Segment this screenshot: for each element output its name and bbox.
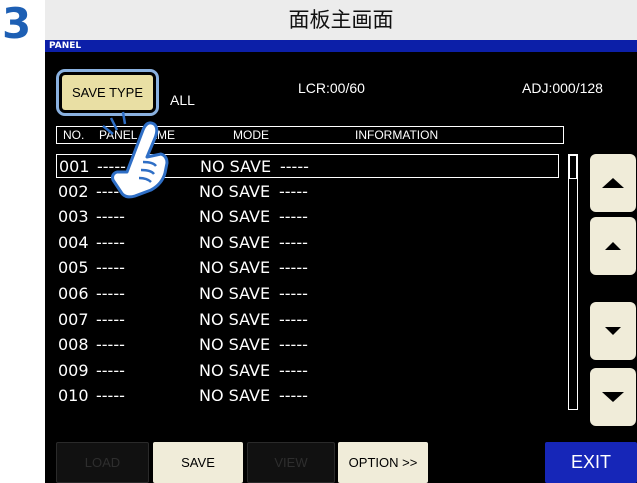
row-panel-name: ----- (96, 335, 125, 355)
scrollbar-thumb[interactable] (569, 155, 577, 179)
row-status: NO SAVE (200, 157, 272, 176)
column-information: INFORMATION (355, 128, 439, 142)
page-down-icon (602, 392, 624, 402)
window-title: PANEL (49, 41, 82, 51)
row-number: 006 (58, 284, 89, 303)
line-down-button[interactable] (590, 302, 636, 360)
list-item[interactable]: 006 ----- NO SAVE ----- (56, 282, 559, 306)
save-button[interactable]: SAVE (153, 442, 243, 483)
row-info: ----- (279, 232, 308, 252)
list-item[interactable]: 005 ----- NO SAVE ----- (56, 256, 559, 280)
row-number: 009 (58, 360, 89, 380)
option-button[interactable]: OPTION >> (338, 442, 428, 483)
row-info: ----- (280, 157, 309, 176)
row-panel-name: ----- (96, 258, 125, 278)
row-number: 007 (58, 309, 89, 329)
exit-button[interactable]: EXIT (545, 442, 637, 483)
save-type-value: ALL (170, 92, 195, 108)
row-panel-name: ----- (96, 309, 125, 329)
line-down-icon (605, 327, 621, 335)
save-type-button[interactable]: SAVE TYPE (56, 69, 159, 116)
row-info: ----- (279, 309, 308, 329)
row-status: NO SAVE (199, 284, 271, 303)
list-item[interactable]: 007 ----- NO SAVE ----- (56, 308, 559, 332)
line-up-button[interactable] (590, 217, 636, 275)
line-up-icon (605, 242, 621, 250)
row-number: 003 (58, 207, 89, 227)
list-item[interactable]: 008 ----- NO SAVE ----- (56, 333, 559, 357)
row-status: NO SAVE (199, 207, 271, 227)
row-number: 005 (58, 258, 89, 278)
row-status: NO SAVE (199, 258, 271, 278)
row-status: NO SAVE (199, 181, 271, 201)
page-caption: 面板主画面 (45, 0, 637, 40)
row-number: 004 (58, 232, 89, 252)
column-mode: MODE (233, 128, 269, 142)
page-down-button[interactable] (590, 368, 636, 426)
row-status: NO SAVE (199, 360, 271, 380)
step-number: 3 (2, 0, 32, 48)
row-info: ----- (279, 386, 308, 406)
list-scrollbar[interactable] (568, 154, 578, 410)
row-info: ----- (279, 335, 308, 355)
row-panel-name: ----- (96, 386, 125, 406)
row-status: NO SAVE (199, 335, 271, 355)
row-status: NO SAVE (199, 309, 271, 329)
list-item[interactable]: 004 ----- NO SAVE ----- (56, 231, 559, 255)
page-up-icon (602, 178, 624, 188)
column-no: NO. (63, 128, 85, 142)
title-bar: PANEL (45, 40, 637, 52)
row-number: 008 (58, 335, 89, 355)
save-type-label: SAVE TYPE (62, 75, 153, 110)
row-panel-name: ----- (96, 207, 125, 227)
list-item[interactable]: 003 ----- NO SAVE ----- (56, 205, 559, 229)
row-status: NO SAVE (199, 386, 271, 406)
row-info: ----- (279, 207, 308, 227)
row-number: 010 (58, 386, 89, 406)
row-panel-name: ----- (96, 284, 125, 303)
row-status: NO SAVE (199, 232, 271, 252)
load-button[interactable]: LOAD (56, 442, 149, 483)
row-panel-name: ----- (96, 360, 125, 380)
row-info: ----- (279, 360, 308, 380)
list-item[interactable]: 009 ----- NO SAVE ----- (56, 359, 559, 383)
row-info: ----- (279, 258, 308, 278)
row-info: ----- (279, 284, 308, 303)
page-up-button[interactable] (590, 154, 636, 212)
view-button[interactable]: VIEW (247, 442, 335, 483)
lcr-count: LCR:00/60 (298, 80, 365, 96)
row-info: ----- (279, 181, 308, 201)
row-panel-name: ----- (96, 232, 125, 252)
adj-count: ADJ:000/128 (522, 80, 603, 96)
pointer-hand-icon (102, 111, 169, 199)
panel-screen: PANEL SAVE TYPE ALL LCR:00/60 ADJ:000/12… (45, 40, 637, 483)
list-item[interactable]: 010 ----- NO SAVE ----- (56, 384, 559, 408)
